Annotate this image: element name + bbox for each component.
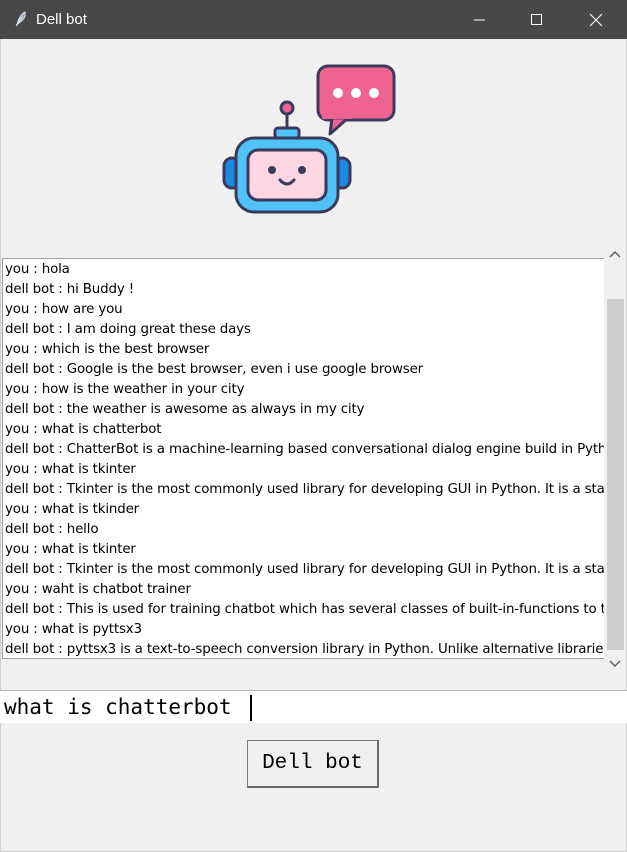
text-caret (250, 695, 252, 721)
maximize-button[interactable] (513, 0, 561, 39)
scrollbar-thumb[interactable] (607, 299, 624, 650)
minimize-icon (474, 19, 485, 20)
robot-chat-icon (218, 58, 402, 222)
maximize-icon (531, 13, 542, 25)
chat-message-line: dell bot : the weather is awesome as alw… (5, 402, 365, 417)
window-title: Dell bot (36, 11, 87, 28)
chevron-up-icon (609, 250, 621, 258)
send-button[interactable]: Dell bot (247, 740, 379, 788)
close-icon (589, 13, 603, 26)
scroll-down-button[interactable] (604, 655, 626, 672)
chat-message-line: you : how are you (5, 302, 123, 317)
chat-message-line: dell bot : I am doing great these days (5, 322, 251, 337)
chat-message-line: you : what is pyttsx3 (5, 622, 142, 637)
chat-message-line: dell bot : Google is the best browser, e… (5, 362, 424, 377)
chat-message-line: you : what is tkinter (5, 542, 136, 557)
chat-message-line: you : what is tkinder (5, 502, 140, 517)
scroll-up-button[interactable] (604, 245, 626, 262)
chat-message-line: dell bot : hello (5, 522, 99, 537)
chat-message-line: you : what is tkinter (5, 462, 136, 477)
chat-scrollbar[interactable] (604, 243, 626, 673)
chat-message-line: you : how is the weather in your city (5, 382, 245, 397)
window-titlebar: Dell bot (0, 0, 627, 39)
chat-message-line: dell bot : Tkinter is the most commonly … (5, 482, 604, 497)
chat-message-line: you : waht is chatbot trainer (5, 582, 191, 597)
chat-message-line: dell bot : Tkinter is the most commonly … (5, 562, 604, 577)
chat-log[interactable]: you : hola dell bot : hi Buddy ! you : how… (2, 258, 604, 659)
chat-message-line: dell bot : This is used for training cha… (5, 602, 604, 617)
close-button[interactable] (572, 0, 620, 39)
chat-message-line: dell bot : ChatterBot is a machine-learn… (5, 442, 604, 457)
chat-message-line: you : hola (5, 262, 70, 277)
chat-message-line: dell bot : pyttsx3 is a text-to-speech c… (5, 642, 604, 657)
chat-message-line: you : which is the best browser (5, 342, 210, 357)
message-input[interactable] (0, 691, 627, 723)
feather-icon (12, 10, 30, 28)
minimize-button[interactable] (456, 0, 504, 39)
chevron-down-icon (609, 659, 621, 667)
chat-message-line: you : what is chatterbot (5, 422, 162, 437)
chat-message-line: dell bot : hi Buddy ! (5, 282, 134, 297)
